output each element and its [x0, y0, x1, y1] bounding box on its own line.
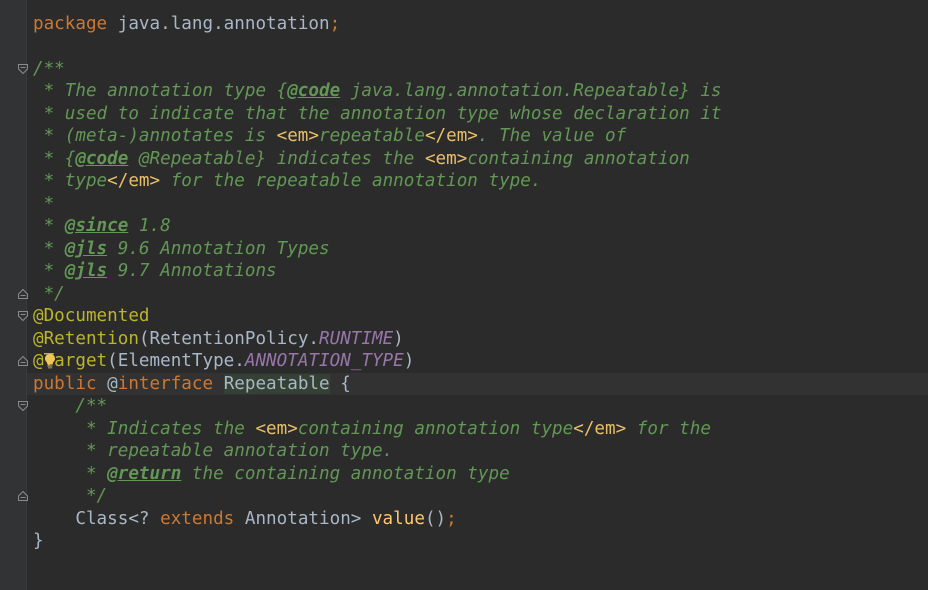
code-token: * [33, 261, 65, 281]
fold-end-icon[interactable] [17, 490, 29, 502]
code-line[interactable]: } [33, 530, 928, 553]
code-token: @Documented [33, 306, 150, 326]
code-line[interactable]: Class<? extends Annotation> value(); [33, 508, 928, 531]
code-line[interactable]: @Documented [33, 305, 928, 328]
code-line[interactable]: * repeatable annotation type. [33, 440, 928, 463]
code-line[interactable]: /** [33, 395, 928, 418]
code-line[interactable]: * Indicates the <em>containing annotatio… [33, 418, 928, 441]
code-token: @Repeatable} indicates the [128, 148, 425, 169]
code-token: containing annotation type [297, 418, 574, 439]
code-line[interactable]: * @jls 9.6 Annotation Types [33, 238, 928, 261]
code-token: ) [393, 328, 404, 349]
code-line[interactable]: * @since 1.8 [33, 215, 928, 238]
code-token: public [33, 373, 108, 394]
code-token: * [33, 193, 55, 214]
code-line[interactable]: * The annotation type {@code java.lang.a… [33, 80, 928, 103]
code-token: Annotation> [244, 508, 372, 529]
code-line[interactable]: * (meta-)annotates is <em>repeatable</em… [33, 125, 928, 148]
code-token: java.lang.annotation.Repeatable} is [340, 81, 722, 101]
code-token: */ [33, 283, 65, 304]
code-token: the containing annotation type [181, 463, 510, 484]
fold-collapse-icon[interactable] [17, 400, 29, 412]
code-token: containing annotation [467, 148, 690, 169]
code-line[interactable]: package java.lang.annotation; [33, 13, 928, 36]
code-token: @jls [64, 238, 108, 259]
code-token: /** [33, 58, 65, 79]
code-token: for the [626, 418, 711, 439]
code-token: interface [117, 373, 224, 394]
code-line[interactable]: * {@code @Repeatable} indicates the <em>… [33, 148, 928, 171]
code-line[interactable]: * [33, 193, 928, 216]
code-token: <em> [255, 418, 298, 439]
code-token: () [424, 508, 447, 529]
code-token: * type [33, 171, 108, 191]
lightbulb-icon[interactable] [44, 353, 56, 369]
code-token: java.lang.annotation [107, 13, 330, 34]
fold-collapse-icon[interactable] [17, 63, 29, 75]
code-token: package [33, 13, 108, 34]
code-line[interactable]: */ [33, 283, 928, 306]
code-token: Class<? [33, 508, 161, 529]
code-token: </em> [107, 171, 161, 191]
code-token: } [33, 531, 44, 551]
code-token: <em> [276, 126, 319, 146]
code-token: @since [64, 216, 129, 236]
code-token: @ [107, 373, 118, 394]
code-token: * repeatable annotation type. [33, 441, 394, 461]
code-line[interactable]: public @interface Repeatable { [33, 373, 928, 396]
code-token: </em> [573, 418, 627, 439]
code-token: * [33, 463, 108, 484]
code-token: @return [107, 463, 182, 484]
code-token: * used to indicate that the annotation t… [33, 103, 722, 124]
fold-end-icon[interactable] [17, 355, 29, 367]
code-token: 9.6 Annotation Types [107, 238, 330, 259]
code-token: @Retention [33, 328, 139, 349]
code-token: Repeatable [223, 373, 330, 394]
code-line[interactable]: @Retention(RetentionPolicy.RUNTIME) [33, 328, 928, 351]
code-token: repeatable [319, 126, 425, 146]
fold-end-icon[interactable] [17, 288, 29, 300]
code-token: @jls [64, 261, 108, 281]
code-line[interactable]: * @return the containing annotation type [33, 463, 928, 486]
fold-collapse-icon[interactable] [17, 310, 29, 322]
code-token: extends [160, 508, 245, 529]
code-token: 9.7 Annotations [107, 261, 277, 281]
code-token: * (meta-)annotates is [33, 126, 277, 146]
code-token: (ElementType. [107, 351, 245, 371]
code-token: ; [329, 13, 341, 34]
code-line[interactable]: * used to indicate that the annotation t… [33, 103, 928, 126]
code-token: ; [446, 508, 457, 529]
code-token: * Indicates the [33, 418, 256, 439]
code-token: * { [33, 148, 76, 169]
code-line[interactable]: */ [33, 485, 928, 508]
code-token: @code [75, 148, 129, 169]
code-token: value [371, 508, 425, 529]
code-token: /** [33, 396, 108, 416]
code-line[interactable]: * @jls 9.7 Annotations [33, 260, 928, 283]
code-line[interactable] [33, 35, 928, 58]
code-token: </em> [424, 126, 478, 146]
code-line[interactable]: @Target(ElementType.ANNOTATION_TYPE) [33, 350, 928, 373]
code-token: @code [287, 81, 341, 101]
code-line[interactable]: * type</em> for the repeatable annotatio… [33, 170, 928, 193]
code-editor[interactable]: package java.lang.annotation; /** * The … [33, 13, 928, 553]
code-line[interactable]: /** [33, 58, 928, 81]
code-token: ) [403, 351, 415, 371]
code-token: . The value of [477, 126, 627, 146]
code-token: * [33, 238, 65, 259]
code-token: <em> [424, 148, 468, 169]
code-token: ANNOTATION_TYPE [244, 351, 404, 371]
code-token: * The annotation type { [33, 81, 288, 101]
code-token: { [329, 373, 351, 394]
code-token: for the repeatable annotation type. [160, 171, 542, 191]
code-token: (RetentionPolicy. [138, 328, 320, 349]
code-token: 1.8 [128, 216, 171, 236]
code-token: */ [33, 486, 108, 506]
code-token: RUNTIME [319, 328, 394, 349]
code-token: * [33, 216, 65, 236]
